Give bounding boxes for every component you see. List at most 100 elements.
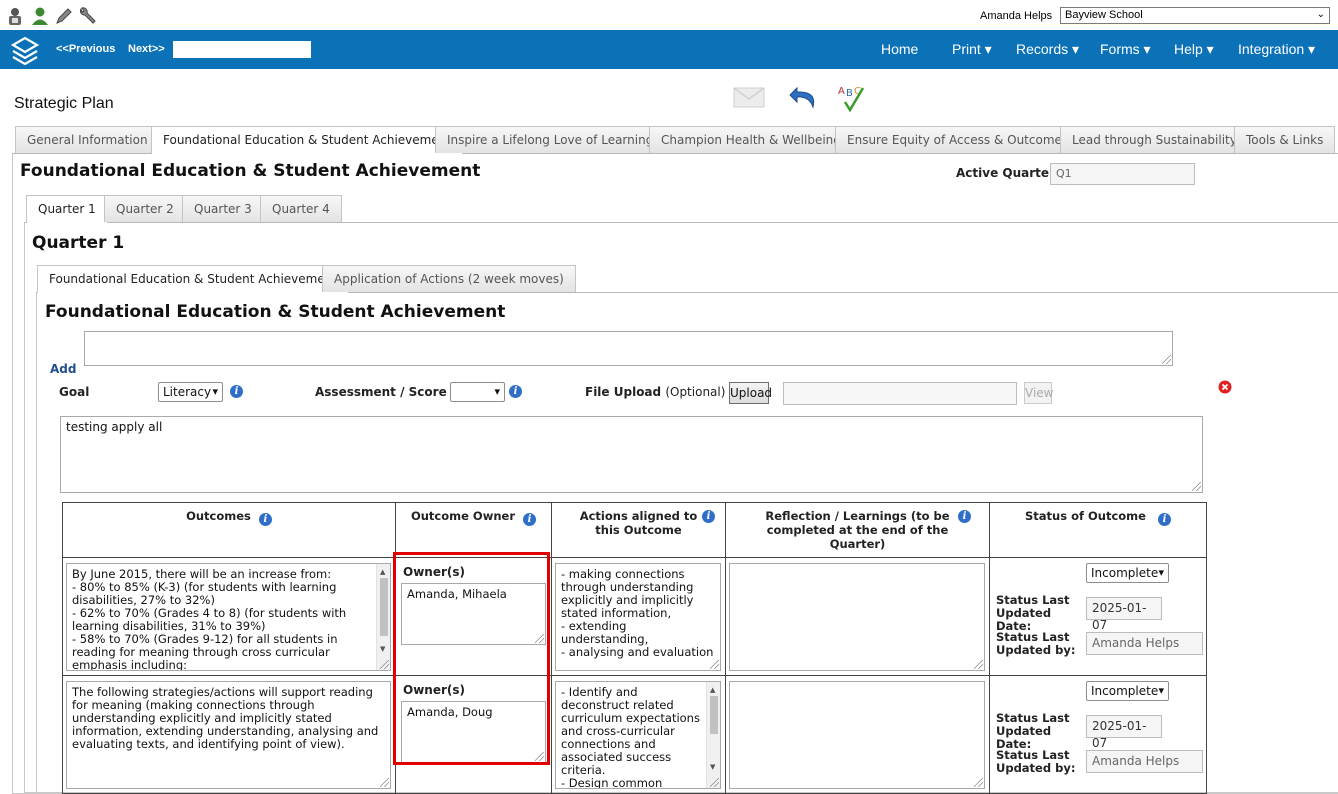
status-info-icon[interactable]: i <box>1157 513 1171 526</box>
actions-textarea[interactable]: - Identify and deconstruct related curri… <box>555 681 721 789</box>
reflection-cell <box>725 557 990 676</box>
resize-handle[interactable] <box>710 778 719 787</box>
resize-handle[interactable] <box>710 660 719 669</box>
tab-quarter-1[interactable]: Quarter 1 <box>26 195 108 224</box>
updated-date-label: Status Last Updated Date: <box>996 711 1070 751</box>
outcome-textarea[interactable]: By June 2015, there will be an increase … <box>66 563 391 671</box>
owner-info-icon[interactable]: i <box>523 513 537 526</box>
sub-tab-bar: Foundational Education & Student Achieve… <box>36 265 1338 294</box>
owners-textarea[interactable]: Amanda, Doug <box>401 701 546 763</box>
nav-search-input[interactable] <box>173 41 311 58</box>
delete-icon[interactable] <box>1218 380 1232 394</box>
actions-cell: - Identify and deconstruct related curri… <box>551 675 726 794</box>
tab-sub-foundational[interactable]: Foundational Education & Student Achieve… <box>37 265 350 294</box>
chevron-down-icon: ⌄ <box>1316 9 1325 20</box>
resize-handle[interactable] <box>1162 355 1171 364</box>
resize-handle[interactable] <box>535 752 544 761</box>
resize-handle[interactable] <box>974 778 983 787</box>
header-owner: Outcome Owner i <box>395 502 552 558</box>
scroll-down-icon[interactable]: ▼ <box>380 643 385 656</box>
resize-handle[interactable] <box>535 634 544 643</box>
menu-print[interactable]: Print ▾ <box>952 41 992 58</box>
email-icon[interactable] <box>733 84 765 114</box>
resize-handle[interactable] <box>380 660 389 669</box>
reflection-textarea[interactable] <box>729 681 985 789</box>
tab-general-information[interactable]: General Information <box>15 126 160 153</box>
main-tab-bar: General Information Foundational Educati… <box>12 126 1338 155</box>
updated-by-field[interactable]: Amanda Helps <box>1086 750 1203 773</box>
assessment-info-icon[interactable]: i <box>509 385 522 398</box>
previous-link[interactable]: <<Previous <box>56 43 115 55</box>
wrench-icon[interactable] <box>77 6 97 26</box>
next-link[interactable]: Next>> <box>128 43 165 55</box>
tab-champion-health[interactable]: Champion Health & Wellbeing <box>649 126 853 153</box>
section-title: Foundational Education & Student Achieve… <box>20 161 481 181</box>
pencil-icon[interactable] <box>54 6 74 26</box>
resize-handle[interactable] <box>974 660 983 669</box>
menu-integration[interactable]: Integration ▾ <box>1238 41 1315 58</box>
updated-by-field[interactable]: Amanda Helps <box>1086 632 1203 655</box>
svg-text:A: A <box>838 86 845 97</box>
file-upload-label: File Upload (Optional) <box>585 385 725 399</box>
active-quarter-label: Active Quarter <box>956 166 1055 180</box>
file-upload-label-text: File Upload <box>585 385 662 399</box>
actions-info-icon[interactable]: i <box>702 510 715 523</box>
actions-scrollbar[interactable]: ▲ ▼ <box>706 682 720 788</box>
goal-textarea[interactable]: testing apply all <box>60 416 1203 493</box>
scroll-thumb[interactable] <box>710 696 718 734</box>
tab-inspire-learning[interactable]: Inspire a Lifelong Love of Learning <box>435 126 666 153</box>
header-status: Status of Outcome i <box>989 502 1207 558</box>
reflection-textarea[interactable] <box>729 563 985 671</box>
goal-info-icon[interactable]: i <box>230 385 243 398</box>
scroll-down-icon[interactable]: ▼ <box>710 761 715 774</box>
goal-select[interactable]: Literacy ▾ <box>158 382 223 402</box>
tab-ensure-equity[interactable]: Ensure Equity of Access & Outcomes <box>835 126 1081 153</box>
owners-textarea[interactable]: Amanda, Mihaela <box>401 583 546 645</box>
menu-help[interactable]: Help ▾ <box>1174 41 1214 58</box>
updated-date-field[interactable]: 2025-01-07 <box>1086 597 1162 632</box>
owners-label: Owner(s) <box>403 565 465 579</box>
tab-foundational-education[interactable]: Foundational Education & Student Achieve… <box>151 126 464 155</box>
menu-forms[interactable]: Forms ▾ <box>1100 41 1151 58</box>
resize-handle[interactable] <box>380 778 389 787</box>
upload-button[interactable]: Upload <box>729 382 772 404</box>
user-icon[interactable] <box>30 6 50 26</box>
updated-date-field[interactable]: 2025-01-07 <box>1086 715 1162 750</box>
school-select[interactable]: Bayview School ⌄ <box>1060 7 1330 24</box>
actions-textarea[interactable]: - making connections through understandi… <box>555 563 721 671</box>
reflection-info-icon[interactable]: i <box>958 510 971 523</box>
outcomes-info-icon[interactable]: i <box>258 513 272 526</box>
tab-lead-sustainability[interactable]: Lead through Sustainability <box>1060 126 1249 153</box>
tab-sub-application-actions[interactable]: Application of Actions (2 week moves) <box>322 265 576 292</box>
view-button[interactable]: View <box>1024 382 1053 404</box>
header-actions-label: Actions aligned to this Outcome <box>579 509 698 537</box>
assessment-label: Assessment / Score <box>315 385 447 399</box>
scroll-thumb[interactable] <box>380 578 388 636</box>
add-goal-textarea[interactable] <box>84 331 1173 366</box>
header-outcomes-label: Outcomes <box>186 509 251 523</box>
nav-bar: <<Previous Next>> Home Print ▾ Records ▾… <box>0 30 1338 69</box>
goal-label: Goal <box>59 385 90 399</box>
status-select[interactable]: Incomplete ▾ <box>1086 681 1169 701</box>
quarter-tab-bar: Quarter 1 Quarter 2 Quarter 3 Quarter 4 <box>24 195 1338 224</box>
goal-select-value: Literacy <box>163 385 212 399</box>
menu-home[interactable]: Home <box>881 41 918 57</box>
tab-quarter-4[interactable]: Quarter 4 <box>260 195 342 222</box>
tab-quarter-3[interactable]: Quarter 3 <box>182 195 264 222</box>
outcome-textarea[interactable]: The following strategies/actions will su… <box>66 681 391 789</box>
logo-icon[interactable] <box>8 33 42 67</box>
status-select-value: Incomplete <box>1091 684 1159 698</box>
spellcheck-icon[interactable]: A B C <box>837 82 869 113</box>
tab-quarter-2[interactable]: Quarter 2 <box>104 195 186 222</box>
add-link[interactable]: Add <box>50 362 76 376</box>
status-select[interactable]: Incomplete ▾ <box>1086 563 1169 583</box>
tab-tools-links[interactable]: Tools & Links <box>1234 126 1336 153</box>
resize-handle[interactable] <box>1192 482 1201 491</box>
assessment-select[interactable]: ▾ <box>450 382 505 402</box>
undo-icon[interactable] <box>787 82 821 112</box>
outcome-scrollbar[interactable]: ▲ ▼ <box>376 564 390 670</box>
lock-person-icon[interactable] <box>5 6 25 26</box>
active-quarter-field[interactable]: Q1 <box>1050 163 1195 185</box>
file-name-field[interactable] <box>783 382 1017 405</box>
menu-records[interactable]: Records ▾ <box>1016 41 1079 58</box>
